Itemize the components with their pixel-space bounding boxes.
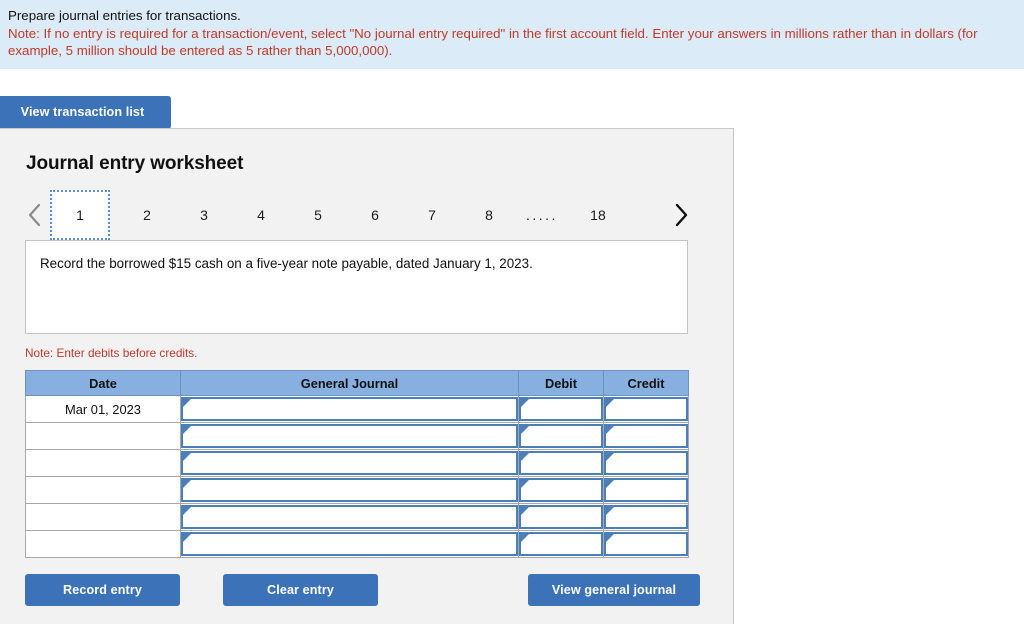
credit-input[interactable] <box>604 505 688 529</box>
credit-cell[interactable] <box>603 476 689 504</box>
column-header-general-journal: General Journal <box>180 370 519 396</box>
table-header-row: Date General Journal Debit Credit <box>25 370 689 396</box>
general-journal-cell[interactable] <box>180 449 519 477</box>
chevron-right-icon[interactable] <box>666 193 696 237</box>
table-row: Mar 01, 2023 <box>25 395 689 423</box>
debit-input[interactable] <box>519 532 603 556</box>
journal-entry-worksheet-panel: Journal entry worksheet 1 2 3 4 5 6 7 8 … <box>0 128 734 624</box>
debit-cell[interactable] <box>518 395 604 423</box>
pagination-page-1[interactable]: 1 <box>50 190 110 240</box>
column-header-date: Date <box>25 370 181 396</box>
date-cell[interactable]: Mar 01, 2023 <box>25 395 181 423</box>
credit-cell[interactable] <box>603 503 689 531</box>
credit-input[interactable] <box>604 451 688 475</box>
clear-entry-button[interactable]: Clear entry <box>223 574 378 606</box>
credit-cell[interactable] <box>603 395 689 423</box>
debit-input[interactable] <box>519 397 603 421</box>
column-header-debit: Debit <box>518 370 604 396</box>
pagination-page-4[interactable]: 4 <box>241 193 281 237</box>
credit-input[interactable] <box>604 532 688 556</box>
general-journal-cell[interactable] <box>180 395 519 423</box>
general-journal-input[interactable] <box>181 451 518 475</box>
general-journal-cell[interactable] <box>180 476 519 504</box>
general-journal-input[interactable] <box>181 424 518 448</box>
credit-input[interactable] <box>604 397 688 421</box>
general-journal-input[interactable] <box>181 532 518 556</box>
table-row <box>25 530 689 558</box>
debit-input[interactable] <box>519 451 603 475</box>
toolbar: View transaction list <box>0 68 1024 129</box>
transaction-description: Record the borrowed $15 cash on a five-y… <box>25 240 688 334</box>
general-journal-input[interactable] <box>181 505 518 529</box>
credit-input[interactable] <box>604 478 688 502</box>
pagination-page-6[interactable]: 6 <box>355 193 395 237</box>
date-cell[interactable] <box>25 503 181 531</box>
instruction-banner: Prepare journal entries for transactions… <box>0 0 1024 69</box>
debit-cell[interactable] <box>518 503 604 531</box>
credit-cell[interactable] <box>603 449 689 477</box>
page-title: Journal entry worksheet <box>26 153 244 174</box>
debit-cell[interactable] <box>518 449 604 477</box>
worksheet-actions: Record entry Clear entry View general jo… <box>25 574 700 608</box>
table-row <box>25 422 689 450</box>
debit-input[interactable] <box>519 424 603 448</box>
table-row <box>25 503 689 531</box>
date-cell[interactable] <box>25 530 181 558</box>
date-cell[interactable] <box>25 476 181 504</box>
view-general-journal-button[interactable]: View general journal <box>528 574 700 606</box>
debits-before-credits-note: Note: Enter debits before credits. <box>25 346 198 360</box>
view-transaction-list-button[interactable]: View transaction list <box>0 95 171 129</box>
debit-cell[interactable] <box>518 476 604 504</box>
table-row <box>25 449 689 477</box>
table-row <box>25 476 689 504</box>
chevron-left-icon[interactable] <box>20 193 50 237</box>
debit-input[interactable] <box>519 478 603 502</box>
pagination-page-7[interactable]: 7 <box>412 193 452 237</box>
credit-cell[interactable] <box>603 422 689 450</box>
date-cell[interactable] <box>25 422 181 450</box>
pagination-page-8[interactable]: 8 <box>469 193 509 237</box>
general-journal-input[interactable] <box>181 478 518 502</box>
pagination-ellipsis: ..... <box>526 207 558 223</box>
credit-cell[interactable] <box>603 530 689 558</box>
column-header-credit: Credit <box>603 370 689 396</box>
instruction-heading: Prepare journal entries for transactions… <box>8 8 241 23</box>
credit-input[interactable] <box>604 424 688 448</box>
date-cell[interactable] <box>25 449 181 477</box>
worksheet-pagination: 1 2 3 4 5 6 7 8 ..... 18 <box>20 190 708 240</box>
pagination-page-2[interactable]: 2 <box>127 193 167 237</box>
debit-cell[interactable] <box>518 422 604 450</box>
pagination-page-18[interactable]: 18 <box>578 193 618 237</box>
general-journal-cell[interactable] <box>180 530 519 558</box>
debit-input[interactable] <box>519 505 603 529</box>
debit-cell[interactable] <box>518 530 604 558</box>
general-journal-table: Date General Journal Debit Credit Mar 01… <box>25 370 689 558</box>
pagination-page-3[interactable]: 3 <box>184 193 224 237</box>
general-journal-cell[interactable] <box>180 503 519 531</box>
instruction-note: Note: If no entry is required for a tran… <box>8 25 978 59</box>
general-journal-cell[interactable] <box>180 422 519 450</box>
record-entry-button[interactable]: Record entry <box>25 574 180 606</box>
app-screen: Prepare journal entries for transactions… <box>0 0 1024 624</box>
pagination-page-5[interactable]: 5 <box>298 193 338 237</box>
general-journal-input[interactable] <box>181 397 518 421</box>
